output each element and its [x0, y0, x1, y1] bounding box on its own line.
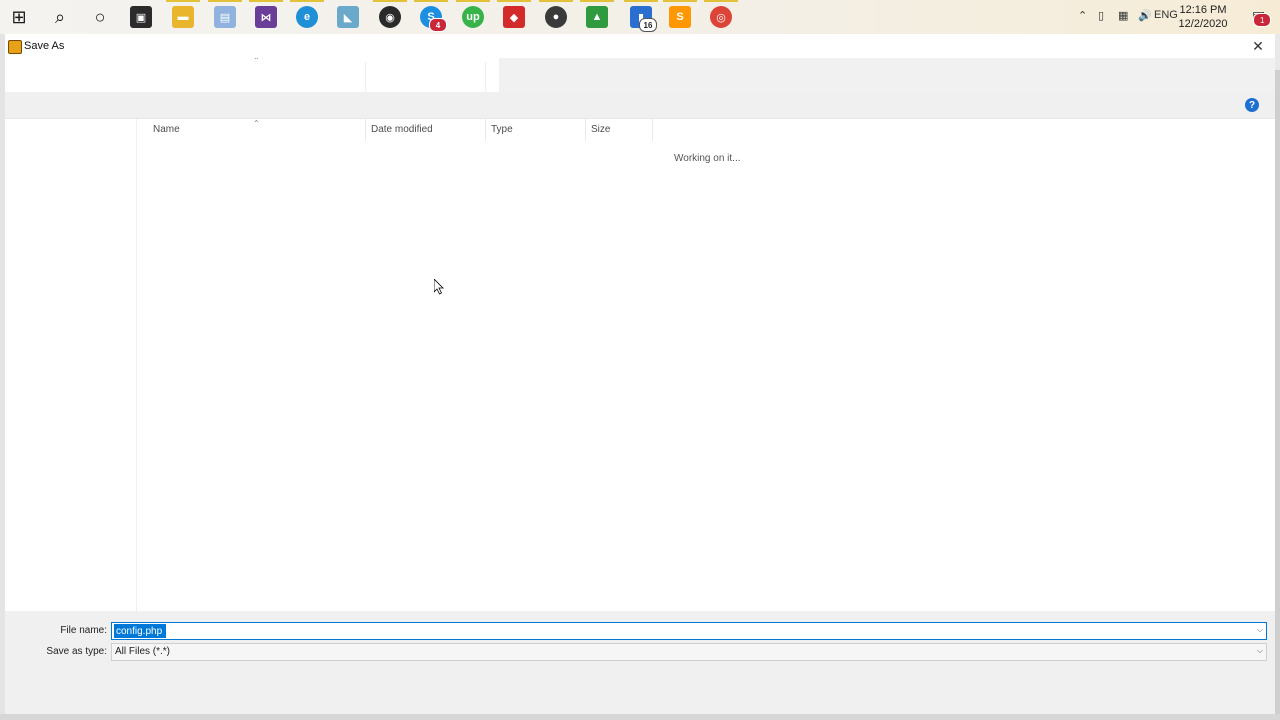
files-app-icon[interactable]: ▤: [208, 0, 242, 28]
clock-date: 12/2/2020: [1178, 18, 1228, 30]
cortana-icon[interactable]: ○: [89, 6, 111, 28]
notifications-icon[interactable]: ▤ 1: [1252, 8, 1272, 27]
visual-studio-icon[interactable]: ⋈: [249, 0, 283, 28]
title-bar[interactable]: Save As ✕: [5, 34, 1275, 58]
save-as-type-select[interactable]: All Files (*.*) ⌵: [111, 643, 1267, 661]
loading-status: Working on it...: [674, 153, 741, 164]
chrome-profile-icon[interactable]: ●: [539, 0, 573, 28]
file-explorer-icon[interactable]: ▬: [166, 0, 200, 28]
close-icon: ✕: [1252, 38, 1264, 54]
system-tray: ⌃ ▯ ▦ 🔊 ENG 12:16 PM 12/2/2020 ▤ 1: [1040, 0, 1280, 34]
file-name-field[interactable]: ⌵: [111, 622, 1267, 640]
column-header-label: Date modified: [371, 124, 433, 135]
notification-badge: 1: [1253, 13, 1272, 27]
chrome-icon[interactable]: ◎: [704, 0, 738, 28]
column-header-label: Type: [491, 124, 513, 135]
obs-icon[interactable]: ◉: [373, 0, 407, 28]
column-headers: ⌃ Name Date modified Type Size: [137, 119, 1275, 143]
taskbar-badge: 4: [429, 18, 447, 32]
clock[interactable]: 12:16 PM 12/2/2020: [1176, 3, 1230, 31]
column-header-date-modified[interactable]: Date modified: [366, 119, 486, 141]
edge-icon[interactable]: e: [290, 0, 324, 28]
volume-icon[interactable]: 🔊: [1138, 9, 1152, 22]
clock-time: 12:16 PM: [1179, 4, 1227, 16]
column-header-label: Name: [153, 124, 180, 135]
save-as-type-label: Save as type:: [46, 646, 107, 657]
help-icon[interactable]: ?: [1245, 98, 1259, 112]
navigation-pane[interactable]: [5, 119, 137, 611]
word-files-icon[interactable]: ▮ 16: [624, 0, 658, 32]
dialog-title: Save As: [24, 40, 65, 52]
column-header-name[interactable]: ⌃ Name: [137, 119, 366, 141]
notepad-icon[interactable]: ◣: [337, 6, 359, 28]
taskbar: ⊞ ⌕ ○ ▣ ▬ ▤ ⋈ e ◣ ◉ S 4 up ◆ ● ▲ ▮ 16 S ◎ ⌃ ▯ ▦ 🔊 ENG 12:16…: [0, 0, 1280, 34]
command-bar: ?: [5, 92, 1275, 119]
network-icon[interactable]: ▦: [1118, 9, 1128, 22]
save-form: File name: ⌵ Save as type: All Files (*.…: [5, 611, 1275, 714]
close-button[interactable]: ✕: [1249, 38, 1267, 54]
search-icon[interactable]: ⌕: [49, 6, 71, 28]
sort-ascending-icon: ⌃: [253, 119, 260, 128]
save-as-dialog: Save As ✕ ⌃ ? ⌃ Name Date modified Type …: [5, 34, 1275, 714]
column-header-label: Size: [591, 124, 611, 135]
battery-icon[interactable]: ▯: [1098, 9, 1104, 22]
scrollbar-edge[interactable]: [1275, 70, 1280, 714]
chevron-down-icon[interactable]: ⌵: [1257, 625, 1263, 635]
chevron-up-icon[interactable]: ⌃: [1078, 9, 1087, 22]
chevron-down-icon[interactable]: ⌵: [1257, 646, 1263, 656]
file-name-label: File name:: [60, 625, 107, 636]
ghost-column-headers: ⌃: [5, 58, 499, 92]
address-bar-area[interactable]: [499, 58, 1275, 92]
mouse-cursor-icon: [434, 279, 444, 295]
app-green-red-icon[interactable]: ▲: [580, 0, 614, 28]
column-header-type[interactable]: Type: [486, 119, 586, 141]
file-list[interactable]: Working on it...: [137, 143, 1275, 611]
sublime-text-icon[interactable]: S: [663, 0, 697, 28]
screen-bottom-edge: [0, 714, 1280, 720]
anydesk-icon[interactable]: ◆: [497, 0, 531, 28]
save-as-type-value: All Files (*.*): [115, 646, 171, 657]
windows-start-icon[interactable]: ⊞: [8, 6, 30, 28]
column-header-size[interactable]: Size: [586, 119, 653, 141]
sublime-text-icon: [8, 40, 22, 54]
language-indicator[interactable]: ENG: [1154, 9, 1178, 21]
ghost-sort-caret-icon: ⌃: [253, 58, 260, 65]
skype-icon[interactable]: S4: [414, 0, 448, 32]
store-icon[interactable]: ▣: [130, 6, 152, 28]
upwork-icon[interactable]: up: [456, 0, 490, 28]
taskbar-badge: 16: [639, 18, 657, 32]
file-name-input[interactable]: [114, 624, 166, 638]
